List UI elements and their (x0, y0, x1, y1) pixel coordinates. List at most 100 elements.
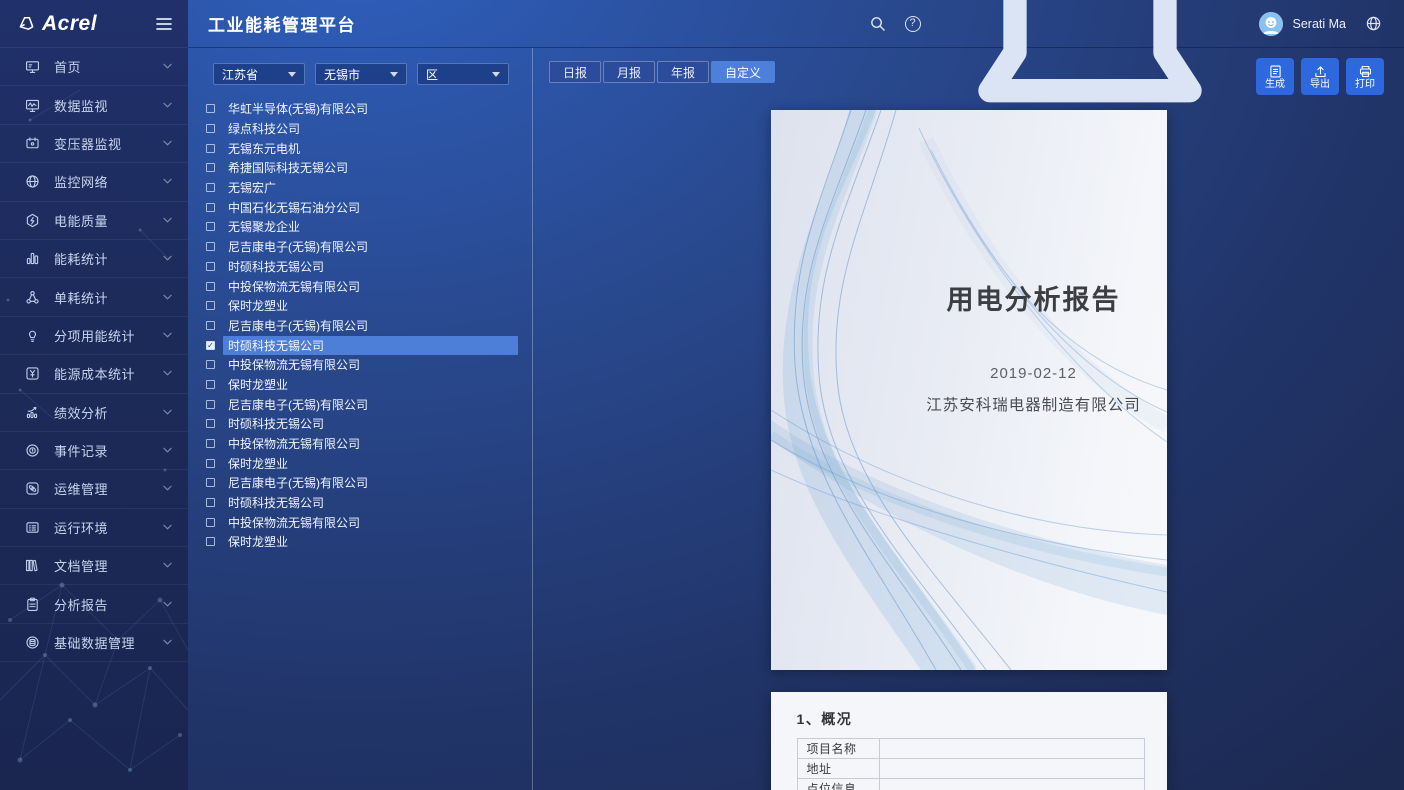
city-select[interactable]: 无锡市 (315, 63, 407, 85)
ops-management-icon (24, 480, 41, 497)
company-list-item[interactable]: 尼吉康电子(无锡)有限公司 (206, 473, 518, 493)
company-list-item[interactable]: 希捷国际科技无锡公司 (206, 158, 518, 178)
checkbox[interactable] (206, 242, 215, 251)
overview-table: 项目名称地址点位信息 (797, 738, 1145, 790)
company-list-item[interactable]: 时硕科技无锡公司 (206, 335, 518, 355)
checkbox[interactable] (206, 203, 215, 212)
sidebar-item-15[interactable]: 基础数据管理 (0, 624, 188, 662)
company-list-item[interactable]: 尼吉康电子(无锡)有限公司 (206, 316, 518, 336)
report-cover-page: 用电分析报告 2019-02-12 江苏安科瑞电器制造有限公司 (771, 110, 1167, 670)
help-icon[interactable] (905, 16, 921, 32)
sidebar-item-3[interactable]: 监控网络 (0, 163, 188, 201)
checkbox[interactable] (206, 341, 215, 350)
action-button-label: 生成 (1265, 80, 1285, 90)
company-list-item[interactable]: 中投保物流无锡有限公司 (206, 434, 518, 454)
sidebar-item-label: 绩效分析 (54, 403, 163, 422)
company-list-item[interactable]: 绿点科技公司 (206, 119, 518, 139)
company-name: 绿点科技公司 (223, 119, 518, 138)
sidebar-item-label: 单耗统计 (54, 288, 163, 307)
sidebar-item-4[interactable]: 电能质量 (0, 202, 188, 240)
province-select[interactable]: 江苏省 (213, 63, 305, 85)
checkbox[interactable] (206, 360, 215, 369)
sidebar-item-11[interactable]: 运维管理 (0, 470, 188, 508)
checkbox[interactable] (206, 380, 215, 389)
performance-analysis-icon (24, 404, 41, 421)
analysis-report-icon (24, 596, 41, 613)
company-list-item[interactable]: 尼吉康电子(无锡)有限公司 (206, 237, 518, 257)
action-button-label: 打印 (1355, 80, 1375, 90)
company-list-item[interactable]: 保时龙塑业 (206, 532, 518, 552)
company-list-item[interactable]: 中国石化无锡石油分公司 (206, 197, 518, 217)
company-list-item[interactable]: 中投保物流无锡有限公司 (206, 276, 518, 296)
checkbox[interactable] (206, 459, 215, 468)
company-list-item[interactable]: 中投保物流无锡有限公司 (206, 355, 518, 375)
user-name[interactable]: Serati Ma (1293, 17, 1347, 31)
company-list-item[interactable]: 保时龙塑业 (206, 453, 518, 473)
sidebar-item-2[interactable]: 变压器监视 (0, 125, 188, 163)
sidebar-item-1[interactable]: 数据监视 (0, 86, 188, 124)
checkbox[interactable] (206, 400, 215, 409)
report-period-tab[interactable]: 年报 (657, 61, 709, 83)
sidebar-item-13[interactable]: 文档管理 (0, 547, 188, 585)
checkbox[interactable] (206, 183, 215, 192)
company-list-item[interactable]: 无锡聚龙企业 (206, 217, 518, 237)
caret-down-icon (492, 72, 500, 77)
search-icon[interactable] (869, 15, 886, 32)
menu-toggle-icon[interactable] (154, 14, 174, 34)
company-list-item[interactable]: 时硕科技无锡公司 (206, 493, 518, 513)
avatar[interactable] (1259, 12, 1283, 36)
generate-report-button[interactable]: 生成 (1256, 58, 1294, 95)
transformer-monitor-icon (24, 135, 41, 152)
sidebar-item-7[interactable]: 分项用能统计 (0, 317, 188, 355)
brand-name: Acrel (42, 12, 97, 36)
sidebar-item-5[interactable]: 能耗统计 (0, 240, 188, 278)
company-list-item[interactable]: 无锡东元电机 (206, 138, 518, 158)
checkbox[interactable] (206, 518, 215, 527)
app-window: Acrel 首页 数据监视 变压器监视 监控网络 电能质量 能耗统计 (0, 0, 1404, 790)
report-period-tab[interactable]: 自定义 (711, 61, 775, 83)
checkbox[interactable] (206, 124, 215, 133)
sidebar-item-9[interactable]: 绩效分析 (0, 394, 188, 432)
checkbox[interactable] (206, 144, 215, 153)
company-list-item[interactable]: 保时龙塑业 (206, 296, 518, 316)
checkbox[interactable] (206, 301, 215, 310)
sidebar-item-label: 运行环境 (54, 518, 163, 537)
checkbox[interactable] (206, 222, 215, 231)
checkbox[interactable] (206, 419, 215, 428)
sidebar-item-6[interactable]: 单耗统计 (0, 278, 188, 316)
district-select[interactable]: 区 (417, 63, 509, 85)
cover-text-block: 用电分析报告 2019-02-12 江苏安科瑞电器制造有限公司 (909, 110, 1159, 415)
company-list-item[interactable]: 时硕科技无锡公司 (206, 257, 518, 277)
checkbox[interactable] (206, 104, 215, 113)
sidebar-item-label: 变压器监视 (54, 134, 163, 153)
print-button[interactable]: 打印 (1346, 58, 1384, 95)
company-list-item[interactable]: 无锡宏广 (206, 178, 518, 198)
checkbox[interactable] (206, 498, 215, 507)
company-list-item[interactable]: 时硕科技无锡公司 (206, 414, 518, 434)
company-list-item[interactable]: 保时龙塑业 (206, 375, 518, 395)
language-globe-icon[interactable] (1365, 15, 1382, 32)
company-name: 中投保物流无锡有限公司 (223, 434, 518, 453)
checkbox[interactable] (206, 262, 215, 271)
chevron-down-icon (163, 178, 172, 185)
sidebar-item-0[interactable]: 首页 (0, 48, 188, 86)
export-button[interactable]: 导出 (1301, 58, 1339, 95)
sidebar-item-10[interactable]: 事件记录 (0, 432, 188, 470)
company-list-item[interactable]: 尼吉康电子(无锡)有限公司 (206, 394, 518, 414)
sidebar-item-12[interactable]: 运行环境 (0, 509, 188, 547)
report-period-tab[interactable]: 月报 (603, 61, 655, 83)
sidebar-item-14[interactable]: 分析报告 (0, 585, 188, 623)
sidebar-item-8[interactable]: 能源成本统计 (0, 355, 188, 393)
overview-row-value (879, 739, 1144, 759)
generate-report-icon (1268, 64, 1283, 79)
checkbox[interactable] (206, 478, 215, 487)
checkbox[interactable] (206, 537, 215, 546)
checkbox[interactable] (206, 439, 215, 448)
checkbox[interactable] (206, 282, 215, 291)
checkbox[interactable] (206, 321, 215, 330)
checkbox[interactable] (206, 163, 215, 172)
print-icon (1358, 64, 1373, 79)
report-period-tab[interactable]: 日报 (549, 61, 601, 83)
company-list-item[interactable]: 中投保物流无锡有限公司 (206, 512, 518, 532)
company-list-item[interactable]: 华虹半导体(无锡)有限公司 (206, 99, 518, 119)
